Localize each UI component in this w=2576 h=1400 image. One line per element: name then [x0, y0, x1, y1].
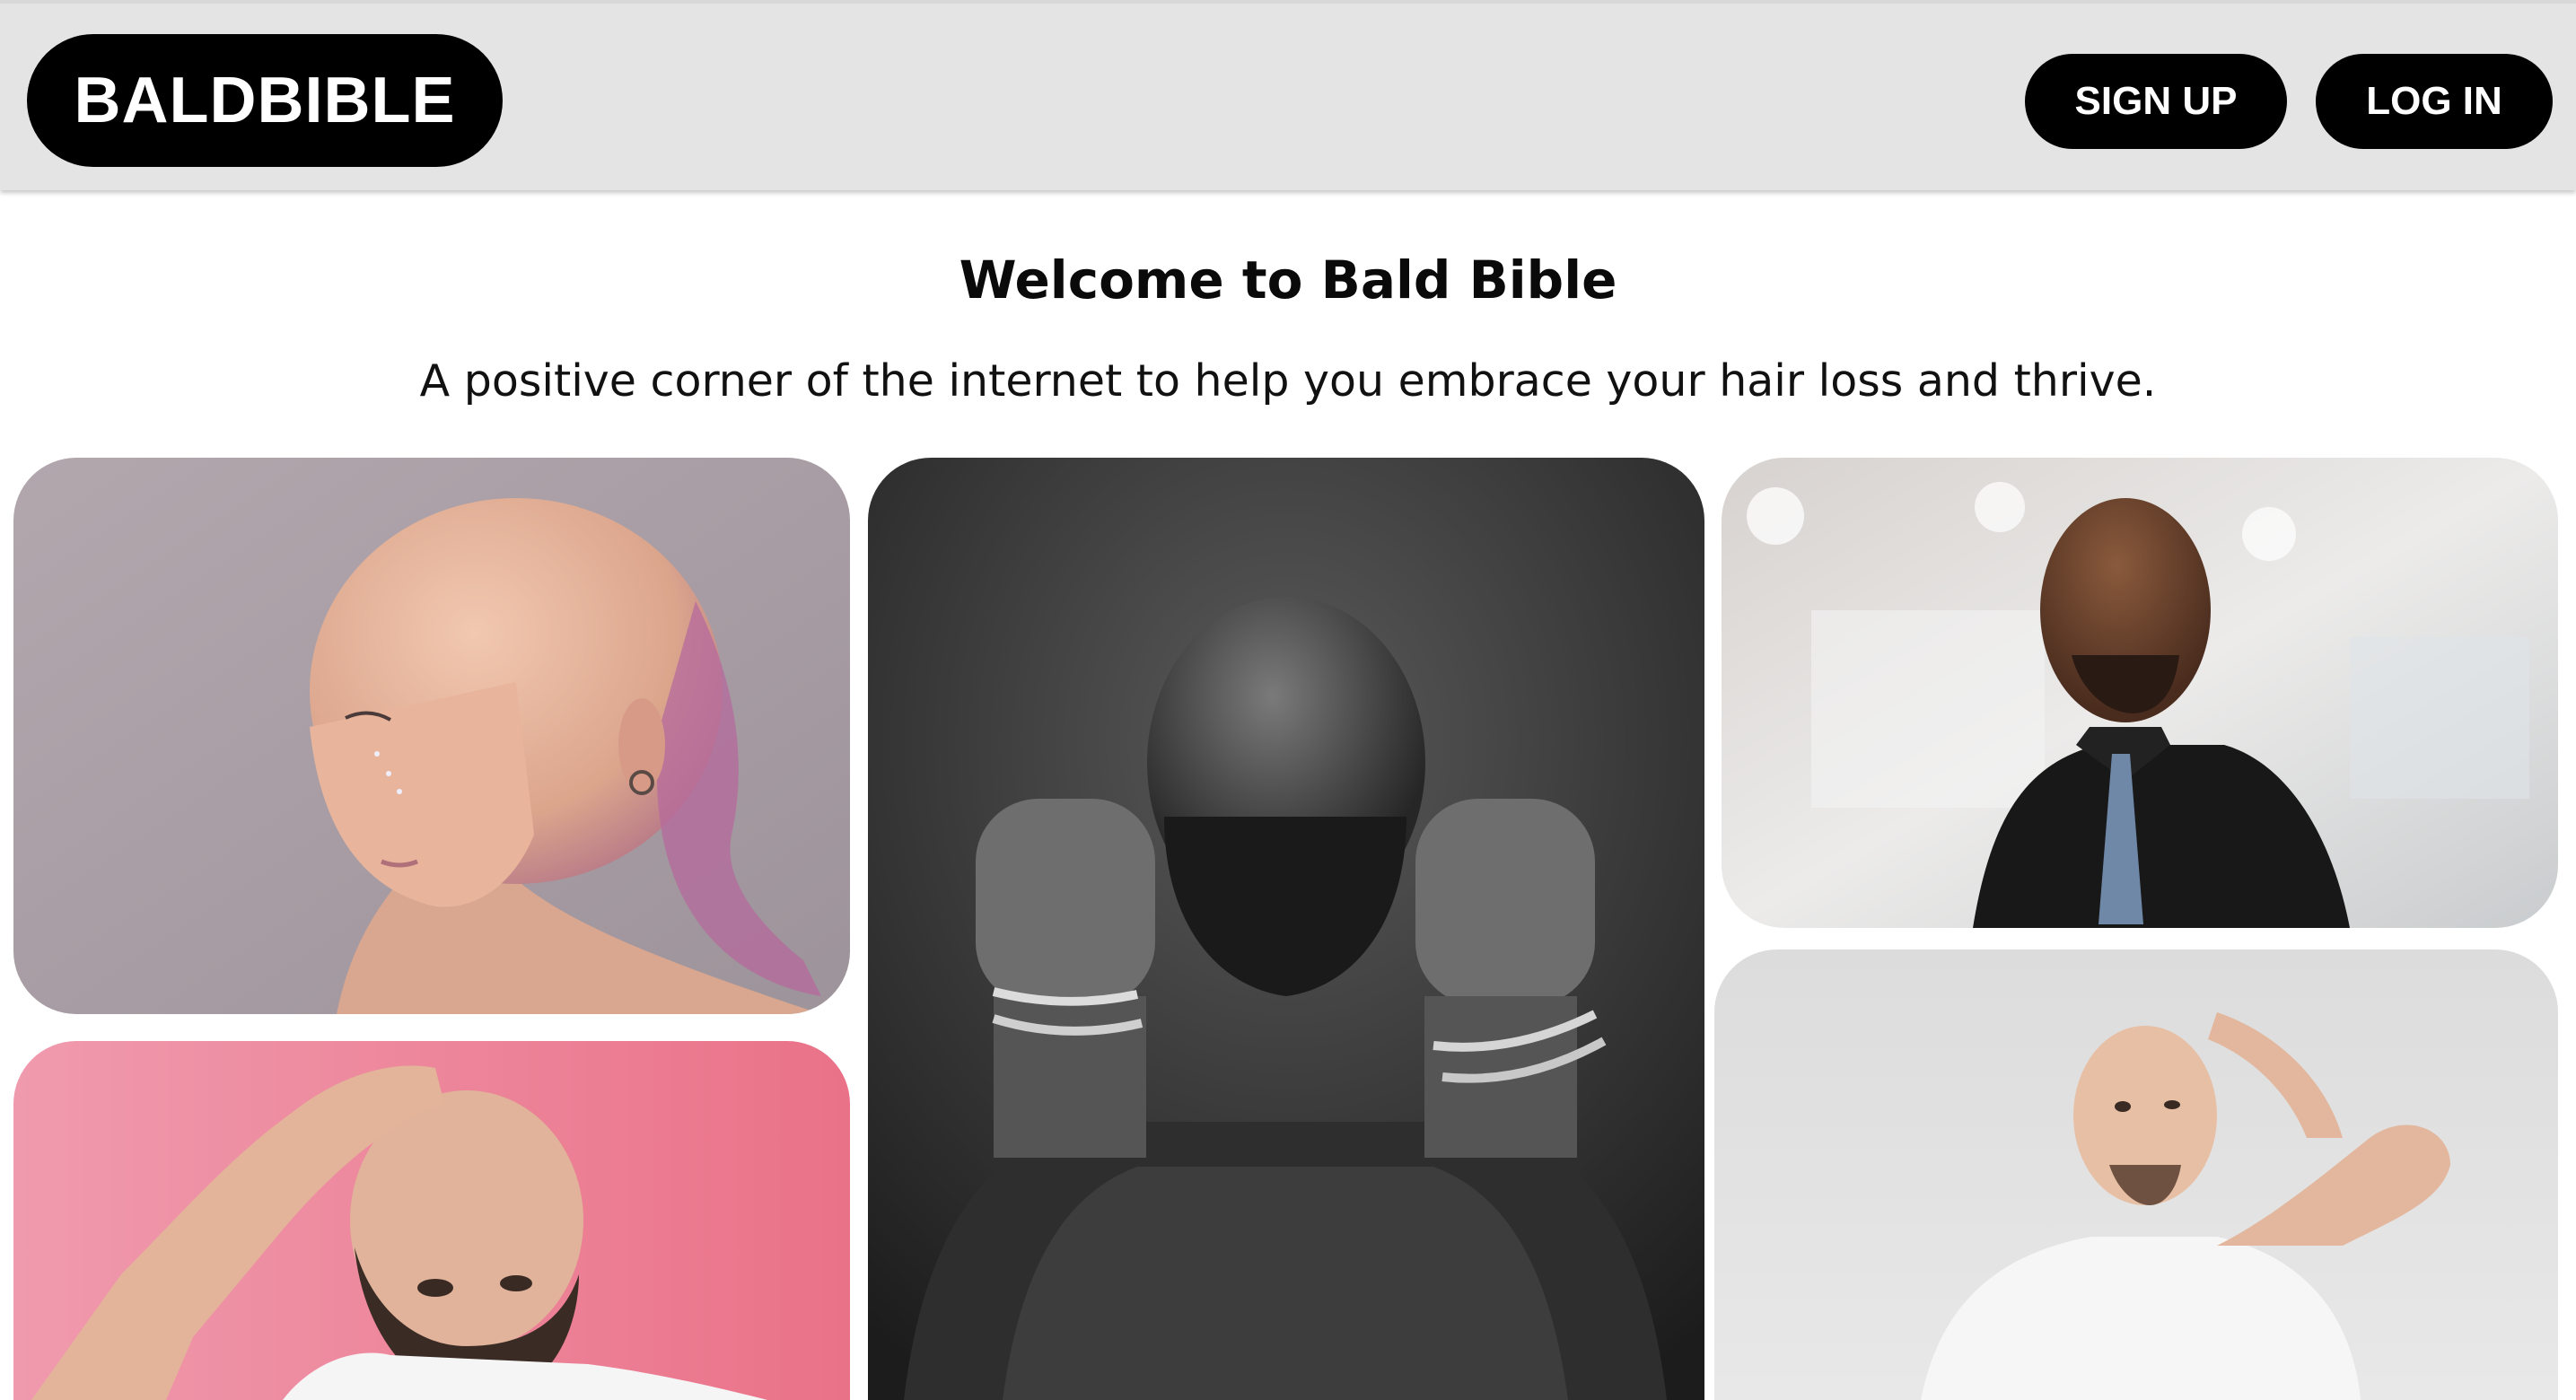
top-navigation-bar: BALDBIBLE SIGN UP LOG IN — [0, 0, 2576, 190]
page-subtitle: A positive corner of the internet to hel… — [419, 355, 2157, 407]
page-title: Welcome to Bald Bible — [959, 249, 1617, 311]
log-in-button[interactable]: LOG IN — [2316, 54, 2553, 149]
gallery-photo-bald-woman-profile — [13, 458, 850, 1014]
gallery-photo-man-black-shirt — [1722, 458, 2558, 928]
gallery-photo-man-fists-bw — [868, 458, 1704, 1400]
gallery-photo-man-hand-on-head — [13, 1041, 850, 1400]
site-logo[interactable]: BALDBIBLE — [27, 34, 503, 167]
sign-up-button[interactable]: SIGN UP — [2025, 54, 2287, 149]
gallery-photo-man-scratching-head — [1714, 949, 2558, 1400]
